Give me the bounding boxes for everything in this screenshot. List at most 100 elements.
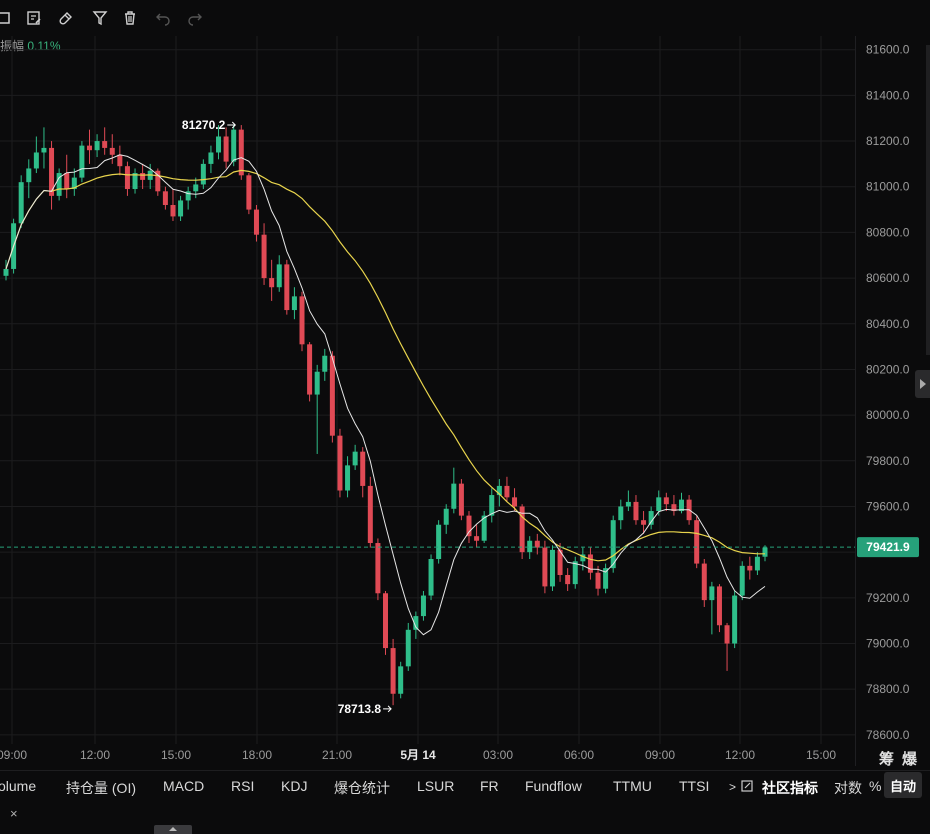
candle-body bbox=[162, 191, 168, 206]
y-tick-label: 80400.0 bbox=[866, 317, 910, 331]
chips-toggle[interactable]: 筹 bbox=[879, 748, 894, 769]
y-tick-label: 78800.0 bbox=[866, 682, 910, 696]
expand-panel-toggle[interactable] bbox=[915, 370, 930, 398]
x-tick-label: 06:00 bbox=[564, 748, 594, 762]
candle-body bbox=[428, 559, 434, 596]
candle-body bbox=[443, 508, 449, 525]
candle-body bbox=[345, 465, 351, 491]
candle-body bbox=[367, 485, 373, 544]
candle-body bbox=[534, 540, 540, 548]
indicator-tab-lsur[interactable]: LSUR bbox=[417, 778, 454, 794]
candle-body bbox=[648, 511, 654, 525]
candle-body bbox=[178, 200, 184, 217]
panel-drag-handle[interactable] bbox=[154, 825, 192, 834]
chevron-right-icon bbox=[919, 379, 926, 389]
edit-note-icon[interactable] bbox=[24, 8, 44, 28]
undo-icon[interactable] bbox=[153, 8, 173, 28]
candle-body bbox=[223, 136, 229, 162]
y-tick-label: 80600.0 bbox=[866, 271, 910, 285]
log-scale-toggle[interactable]: 对数 bbox=[834, 778, 862, 798]
price-chart[interactable]: 81600.0 81400.0 81200.0 81000.0 80800.0 80600… bbox=[0, 36, 930, 766]
side-scrollbar[interactable] bbox=[926, 45, 930, 355]
frame-icon[interactable] bbox=[0, 8, 14, 28]
candle-body bbox=[709, 586, 715, 601]
candle-body bbox=[26, 168, 32, 183]
candle-body bbox=[360, 451, 366, 486]
candlestick-chart-svg[interactable]: 81600.0 81400.0 81200.0 81000.0 80800.0 80600… bbox=[0, 36, 930, 766]
community-indicators[interactable]: 社区指标 bbox=[762, 778, 818, 798]
candle-body bbox=[549, 549, 555, 587]
indicator-tab-liquidation[interactable]: 爆仓统计 bbox=[334, 778, 390, 798]
x-tick-label: 09:00 bbox=[0, 748, 27, 762]
candle-body bbox=[527, 540, 533, 553]
candle-body bbox=[398, 666, 404, 694]
candle-body bbox=[238, 129, 244, 176]
filter-icon[interactable] bbox=[90, 8, 110, 28]
x-tick-label: 09:00 bbox=[645, 748, 675, 762]
candle-body bbox=[420, 595, 426, 617]
candle-body bbox=[64, 173, 70, 190]
candle-body bbox=[307, 344, 313, 395]
candle-body bbox=[512, 497, 518, 507]
candle-body bbox=[542, 547, 548, 587]
candle-body bbox=[732, 595, 738, 644]
trash-icon[interactable] bbox=[120, 8, 140, 28]
candle-body bbox=[504, 485, 510, 498]
candle-body bbox=[102, 141, 108, 148]
close-icon[interactable]: × bbox=[10, 806, 18, 821]
candle-body bbox=[337, 435, 343, 491]
y-tick-label: 78600.0 bbox=[866, 728, 910, 742]
y-tick-label: 80200.0 bbox=[866, 362, 910, 376]
candle-body bbox=[299, 296, 305, 345]
low-arrow-icon bbox=[383, 705, 392, 713]
candle-body bbox=[375, 543, 381, 594]
percent-scale-toggle[interactable]: % bbox=[869, 778, 881, 794]
candle-body bbox=[724, 625, 730, 644]
indicator-tab-fr[interactable]: FR bbox=[480, 778, 499, 794]
magnet-icon[interactable] bbox=[56, 8, 76, 28]
candle-body bbox=[716, 586, 722, 626]
y-tick-label: 81000.0 bbox=[866, 180, 910, 194]
more-indicators-chevron[interactable]: > bbox=[729, 780, 736, 794]
auto-scale-button[interactable]: 自动 bbox=[884, 772, 922, 798]
indicator-tab-ttmu[interactable]: TTMU bbox=[613, 778, 652, 794]
candle-body bbox=[140, 173, 146, 180]
edit-icon[interactable] bbox=[741, 779, 753, 795]
candle-body bbox=[701, 563, 707, 601]
candle-body bbox=[79, 145, 85, 178]
indicator-tab-oi[interactable]: 持仓量 (OI) bbox=[66, 778, 136, 798]
y-tick-label: 79000.0 bbox=[866, 637, 910, 651]
liquidation-toggle[interactable]: 爆 bbox=[902, 748, 917, 769]
candle-body bbox=[269, 278, 275, 288]
indicator-tab-rsi[interactable]: RSI bbox=[231, 778, 254, 794]
x-tick-label: 5月 14 bbox=[400, 748, 436, 762]
y-tick-label: 81600.0 bbox=[866, 43, 910, 57]
indicator-tab-fundflow[interactable]: Fundflow bbox=[525, 778, 582, 794]
indicator-tab-ttsi[interactable]: TTSI bbox=[679, 778, 709, 794]
last-price-label: 79421.9 bbox=[866, 540, 910, 554]
candle-body bbox=[33, 152, 39, 169]
candle-body bbox=[405, 629, 411, 667]
redo-icon[interactable] bbox=[185, 8, 205, 28]
candle-body bbox=[94, 141, 100, 151]
indicator-tab-volume[interactable]: olume bbox=[0, 778, 36, 794]
x-tick-label: 12:00 bbox=[725, 748, 755, 762]
candle-body bbox=[208, 152, 214, 164]
candle-body bbox=[656, 497, 662, 512]
y-tick-label: 79200.0 bbox=[866, 591, 910, 605]
candle-body bbox=[124, 166, 130, 190]
ma-slow-line bbox=[5, 169, 765, 562]
candle-body bbox=[694, 520, 700, 564]
candle-body bbox=[216, 136, 222, 153]
drawing-toolbar bbox=[0, 0, 930, 36]
candle-body bbox=[739, 565, 745, 596]
candle-body bbox=[572, 561, 578, 585]
candle-body bbox=[261, 234, 267, 279]
low-price-label: 78713.8 bbox=[338, 702, 382, 716]
indicator-tab-kdj[interactable]: KDJ bbox=[281, 778, 307, 794]
candle-body bbox=[246, 175, 252, 210]
indicator-bar: olume 持仓量 (OI) MACD RSI KDJ 爆仓统计 LSUR FR… bbox=[0, 770, 930, 803]
x-tick-label: 21:00 bbox=[322, 748, 352, 762]
indicator-tab-macd[interactable]: MACD bbox=[163, 778, 204, 794]
candle-body bbox=[565, 574, 571, 585]
